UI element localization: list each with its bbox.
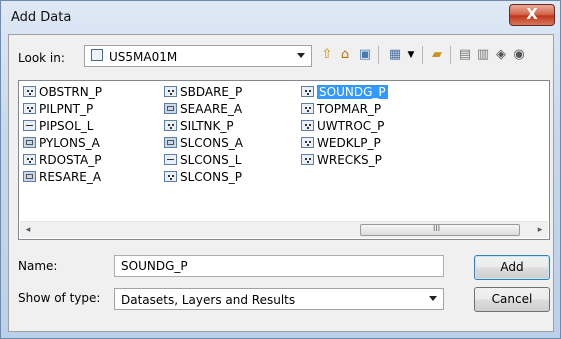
catalog-icon[interactable]: ▤ xyxy=(456,46,474,64)
list-item[interactable]: SEAARE_A xyxy=(164,100,243,117)
list-item[interactable]: WEDKLP_P xyxy=(301,134,388,151)
show-of-type-label: Show of type: xyxy=(18,291,101,305)
polygon-layer-icon xyxy=(23,137,36,148)
scroll-right-button[interactable]: ▸ xyxy=(533,223,547,237)
add-button[interactable]: Add xyxy=(474,255,550,280)
up-one-level-icon[interactable]: ⇧ xyxy=(318,46,336,64)
home-icon[interactable]: ⌂ xyxy=(336,46,354,64)
point-layer-icon xyxy=(301,86,314,97)
list-item[interactable]: SILTNK_P xyxy=(164,117,243,134)
database-icon xyxy=(91,49,103,61)
look-in-value: US5MA01M xyxy=(109,50,178,64)
look-in-label: Look in: xyxy=(18,51,65,65)
scroll-left-button[interactable]: ◂ xyxy=(21,223,35,237)
polygon-layer-icon xyxy=(164,137,177,148)
list-item[interactable]: SLCONS_L xyxy=(164,151,243,168)
list-item[interactable]: PIPSOL_L xyxy=(23,117,102,134)
name-label: Name: xyxy=(18,259,58,273)
look-in-dropdown[interactable]: US5MA01M xyxy=(84,45,312,67)
list-item[interactable]: PILPNT_P xyxy=(23,100,102,117)
file-column: OBSTRN_P PILPNT_P PIPSOL_L PYLONS_A RDOS… xyxy=(23,83,102,185)
list-item[interactable]: SLCONS_A xyxy=(164,134,243,151)
point-layer-icon xyxy=(23,86,36,97)
point-layer-icon xyxy=(23,103,36,114)
horizontal-scrollbar[interactable]: ◂ III ▸ xyxy=(20,221,548,238)
line-layer-icon xyxy=(23,120,36,131)
file-column: SOUNDG_P TOPMAR_P UWTROC_P WEDKLP_P WREC… xyxy=(301,83,388,168)
list-item[interactable]: TOPMAR_P xyxy=(301,100,388,117)
toolbar-separator xyxy=(450,46,451,64)
list-item-selected[interactable]: SOUNDG_P xyxy=(301,83,388,100)
title-bar[interactable]: Add Data X xyxy=(1,1,561,35)
chevron-down-icon xyxy=(297,53,305,58)
connect-folder-icon[interactable]: ▣ xyxy=(356,46,374,64)
point-layer-icon xyxy=(23,154,36,165)
point-layer-icon xyxy=(301,103,314,114)
list-item[interactable]: RESARE_A xyxy=(23,168,102,185)
polygon-layer-icon xyxy=(164,103,177,114)
file-column: SBDARE_P SEAARE_A SILTNK_P SLCONS_A SLCO… xyxy=(164,83,243,185)
list-item[interactable]: SBDARE_P xyxy=(164,83,243,100)
point-layer-icon xyxy=(301,120,314,131)
server-icon[interactable]: ◉ xyxy=(510,46,528,64)
line-layer-icon xyxy=(164,154,177,165)
polygon-layer-icon xyxy=(23,171,36,182)
show-of-type-value: Datasets, Layers and Results xyxy=(121,293,296,307)
chevron-down-icon xyxy=(429,296,437,301)
file-list[interactable]: OBSTRN_P PILPNT_P PIPSOL_L PYLONS_A RDOS… xyxy=(18,80,550,240)
new-folder-icon[interactable]: ▰ xyxy=(428,46,446,64)
scroll-thumb-grip: III xyxy=(433,224,441,233)
point-layer-icon xyxy=(301,137,314,148)
close-button[interactable]: X xyxy=(509,4,555,26)
point-layer-icon xyxy=(164,120,177,131)
cancel-button[interactable]: Cancel xyxy=(474,287,550,312)
point-layer-icon xyxy=(164,86,177,97)
toolbar-separator xyxy=(378,46,379,64)
geodatabase-icon[interactable]: ◈ xyxy=(492,46,510,64)
point-layer-icon xyxy=(164,171,177,182)
point-layer-icon xyxy=(301,154,314,165)
list-item[interactable]: RDOSTA_P xyxy=(23,151,102,168)
name-input[interactable]: SOUNDG_P xyxy=(114,255,444,277)
list-item[interactable]: SLCONS_P xyxy=(164,168,243,185)
show-of-type-dropdown[interactable]: Datasets, Layers and Results xyxy=(114,288,444,310)
list-item[interactable]: WRECKS_P xyxy=(301,151,388,168)
list-item[interactable]: OBSTRN_P xyxy=(23,83,102,100)
scroll-thumb[interactable]: III xyxy=(360,224,520,236)
list-item[interactable]: UWTROC_P xyxy=(301,117,388,134)
toolbox-icon[interactable]: ▥ xyxy=(474,46,492,64)
chevron-down-icon[interactable]: ▼ xyxy=(402,46,420,64)
window-title: Add Data xyxy=(11,10,72,25)
list-item[interactable]: PYLONS_A xyxy=(23,134,102,151)
toolbar-separator xyxy=(422,46,423,64)
